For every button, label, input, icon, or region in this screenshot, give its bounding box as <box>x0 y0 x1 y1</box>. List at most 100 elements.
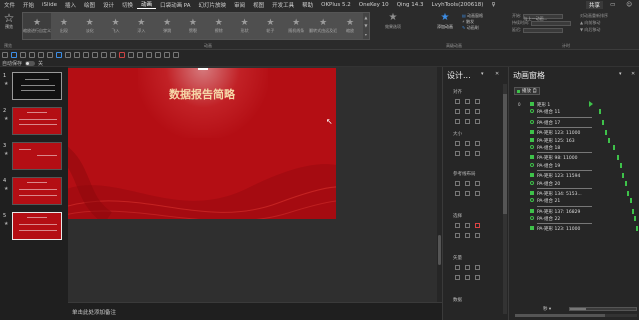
animation-list-item[interactable]: PA-组合 19 <box>509 162 639 169</box>
align-icon[interactable] <box>465 99 470 104</box>
align-icon[interactable] <box>475 119 480 124</box>
size-icon[interactable] <box>465 151 470 156</box>
add-animation-button[interactable]: ★ 添加动画 <box>432 12 458 30</box>
seconds-dropdown[interactable]: 秒 ▾ <box>543 306 551 312</box>
animation-list-item[interactable]: PA-矩形 123: 11000 <box>509 129 639 136</box>
autosave-toggle[interactable] <box>25 60 36 66</box>
menu-item[interactable]: ♀ <box>487 2 499 8</box>
select-icon[interactable] <box>475 223 480 228</box>
animation-effect-option[interactable]: ★ 形状 <box>232 13 258 39</box>
picture-icon[interactable] <box>56 52 62 58</box>
slide-title[interactable]: 数据报告简略 <box>68 86 336 102</box>
align-right-icon[interactable] <box>110 52 116 58</box>
slide-thumbnail[interactable]: 3 ★ <box>2 142 66 172</box>
animation-effect-option[interactable]: ★ 缩放 <box>337 13 363 39</box>
animation-list-item[interactable]: PA-组合 11 <box>509 108 639 115</box>
scrollbar-thumb[interactable] <box>515 314 605 317</box>
slide-thumbnail[interactable]: 4 ★ <box>2 177 66 207</box>
menu-item[interactable]: OKPlus 5.2 <box>317 2 355 8</box>
menu-item[interactable]: 幻灯片放映 <box>195 1 231 9</box>
size-icon[interactable] <box>455 151 460 156</box>
menu-item[interactable]: 口袋动画 PA <box>156 1 194 9</box>
guide-icon[interactable] <box>475 191 480 196</box>
color-fill-icon[interactable] <box>119 52 125 58</box>
send-backward-icon[interactable] <box>155 52 161 58</box>
vector-icon[interactable] <box>475 275 480 280</box>
menu-item[interactable]: 设计 <box>99 1 118 9</box>
menu-item[interactable]: 文件 <box>0 1 19 9</box>
select-icon[interactable] <box>455 233 460 238</box>
animation-effect-option[interactable]: ★ 缩放进行自定义 <box>23 13 51 39</box>
animation-list-item[interactable]: 0 矩形 1 <box>509 101 639 108</box>
slideshow-icon[interactable] <box>47 52 53 58</box>
align-icon[interactable] <box>475 109 480 114</box>
slide-thumbnail[interactable]: 5 ★ <box>2 212 66 242</box>
menu-item[interactable]: 审阅 <box>230 1 249 9</box>
animation-effect-option[interactable]: ★ 淡化 <box>77 13 103 39</box>
shape-icon[interactable] <box>65 52 71 58</box>
comments-icon[interactable]: ▭ <box>606 2 619 8</box>
slide-canvas[interactable]: 数据报告简略 <box>68 68 336 219</box>
menu-item[interactable]: 帮助 <box>298 1 317 9</box>
align-icon[interactable] <box>455 119 460 124</box>
play-from-button[interactable]: 播放 自 <box>514 87 540 95</box>
design-pane-scrollbar[interactable] <box>503 84 507 314</box>
effect-options-button[interactable]: ★ 效果选项 <box>380 12 406 30</box>
share-button[interactable]: 共享 <box>586 0 604 9</box>
guide-icon[interactable] <box>475 181 480 186</box>
animation-pane-close-button[interactable]: ✕ <box>631 71 635 77</box>
select-icon[interactable] <box>465 233 470 238</box>
animation-effect-option[interactable]: ★ 翻转式由远及近 <box>309 13 337 39</box>
animation-effect-option[interactable]: ★ 随机线条 <box>283 13 309 39</box>
menu-item[interactable]: Qing 14.3 <box>393 2 428 8</box>
guide-icon[interactable] <box>465 191 470 196</box>
guide-icon[interactable] <box>455 181 460 186</box>
menu-item[interactable]: 插入 <box>61 1 80 9</box>
animation-effect-option[interactable]: ★ 飞入 <box>103 13 129 39</box>
align-left-icon[interactable] <box>92 52 98 58</box>
align-icon[interactable] <box>475 99 480 104</box>
menu-item[interactable]: 动画 <box>137 0 157 9</box>
scrollbar-thumb[interactable] <box>438 235 441 265</box>
scroll-up-icon[interactable]: ▲ <box>364 15 367 20</box>
delay-input[interactable] <box>522 27 563 33</box>
undo-icon[interactable] <box>20 52 26 58</box>
animation-list-item[interactable]: PA-矩形 123: 11594 <box>509 172 639 179</box>
select-icon[interactable] <box>465 223 470 228</box>
vector-icon[interactable] <box>475 265 480 270</box>
animation-list-item[interactable]: PA-组合 22 <box>509 215 639 222</box>
slide-thumbnail[interactable]: 1 ★ <box>2 72 66 102</box>
notes-pane[interactable]: 单击此处添加备注 <box>68 302 442 320</box>
user-icon[interactable]: ☺ <box>622 2 636 8</box>
select-icon[interactable] <box>455 223 460 228</box>
timeline-zoom[interactable] <box>569 307 637 311</box>
text-box-icon[interactable] <box>11 52 17 58</box>
size-icon[interactable] <box>475 151 480 156</box>
animation-list-item[interactable]: PA-组合 21 <box>509 197 639 204</box>
menu-item[interactable]: 视图 <box>249 1 268 9</box>
align-icon[interactable] <box>465 119 470 124</box>
animation-effect-option[interactable]: ★ 弹跳 <box>154 13 180 39</box>
animation-pane-hscrollbar[interactable] <box>515 314 637 317</box>
slide-thumbnail[interactable]: 2 ★ <box>2 107 66 137</box>
menu-item[interactable]: 绘图 <box>80 1 99 9</box>
menu-item[interactable]: LvyhTools(200618) <box>428 2 488 8</box>
design-pane-menu-button[interactable]: ▾ <box>481 71 484 77</box>
animation-list-item[interactable]: PA-矩形 125: 163 <box>509 137 639 144</box>
align-center-icon[interactable] <box>101 52 107 58</box>
size-icon[interactable] <box>475 141 480 146</box>
scrollbar-thumb[interactable] <box>503 94 507 214</box>
animation-painter-button[interactable]: ✎ 动画刷 <box>462 25 483 31</box>
menu-item[interactable]: 切换 <box>118 1 137 9</box>
animation-pane-menu-button[interactable]: ▾ <box>619 71 622 77</box>
align-icon[interactable] <box>455 109 460 114</box>
scroll-down-icon[interactable]: ▼ <box>364 23 367 28</box>
animation-list-item[interactable]: PA-组合 20 <box>509 180 639 187</box>
menu-item[interactable]: iSlide <box>38 2 61 8</box>
animation-effect-option[interactable]: ★ 浮入 <box>128 13 154 39</box>
animation-effect-option[interactable]: ★ 出现 <box>51 13 77 39</box>
menu-item[interactable]: 开发工具 <box>268 1 298 9</box>
guide-icon[interactable] <box>455 191 460 196</box>
size-icon[interactable] <box>455 141 460 146</box>
repeat-icon[interactable] <box>38 52 44 58</box>
